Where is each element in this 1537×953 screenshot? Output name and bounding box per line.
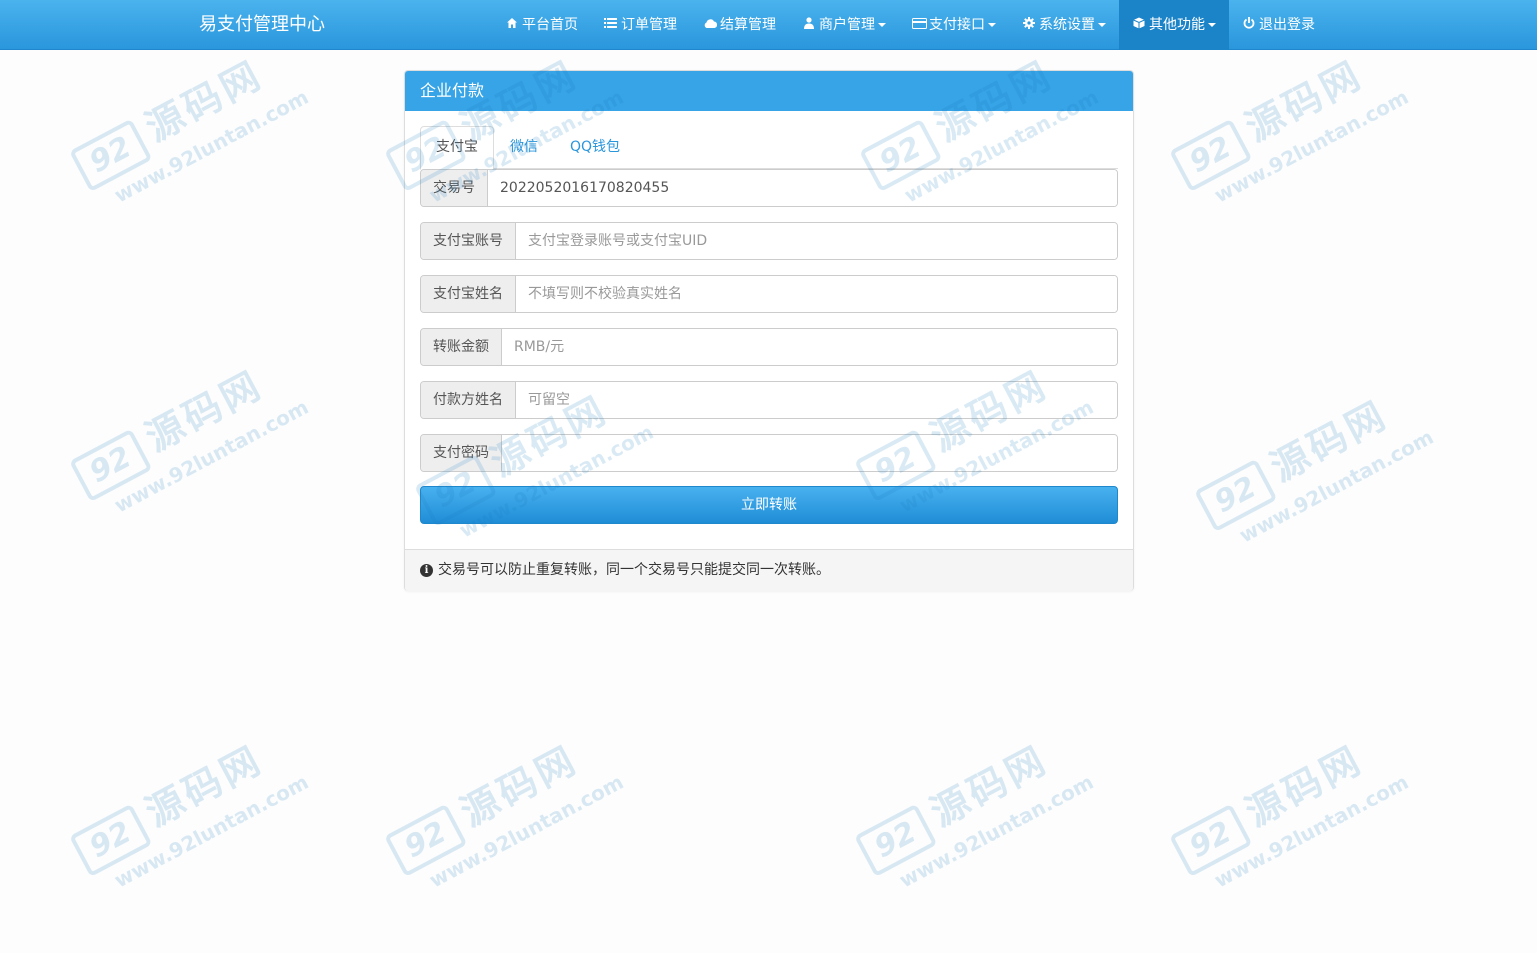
user-icon bbox=[802, 0, 815, 50]
gear-icon bbox=[1022, 0, 1035, 50]
enterprise-payment-panel: 企业付款 支付宝 微信 QQ钱包 交易号 支付宝账号 支付宝姓名 转账金额 付款… bbox=[404, 70, 1134, 591]
nav-item-logout[interactable]: 退出登录 bbox=[1229, 0, 1328, 50]
caret-down-icon bbox=[988, 23, 996, 27]
watermark: 92源码网www.92luntan.com bbox=[1180, 352, 1444, 562]
trade-no-label: 交易号 bbox=[421, 170, 488, 206]
trade-no-input[interactable] bbox=[488, 170, 1117, 206]
tab-wechat[interactable]: 微信 bbox=[494, 126, 554, 169]
nav-item-merchants[interactable]: 商户管理 bbox=[789, 0, 899, 50]
alipay-account-label: 支付宝账号 bbox=[421, 223, 516, 259]
nav-label: 支付接口 bbox=[929, 17, 985, 33]
trade-no-group: 交易号 bbox=[420, 169, 1118, 207]
pay-password-label: 支付密码 bbox=[421, 435, 502, 471]
payer-name-input[interactable] bbox=[516, 382, 1117, 418]
nav-item-home[interactable]: 平台首页 bbox=[492, 0, 591, 50]
footer-note: 交易号可以防止重复转账，同一个交易号只能提交同一次转账。 bbox=[438, 562, 830, 578]
nav-label: 结算管理 bbox=[720, 17, 776, 33]
list-icon bbox=[604, 0, 617, 50]
brand-title[interactable]: 易支付管理中心 bbox=[199, 0, 325, 50]
nav-label: 商户管理 bbox=[819, 17, 875, 33]
alipay-account-group: 支付宝账号 bbox=[420, 222, 1118, 260]
watermark: 92源码网www.92luntan.com bbox=[1155, 697, 1419, 907]
amount-input[interactable] bbox=[502, 329, 1117, 365]
nav-item-orders[interactable]: 订单管理 bbox=[591, 0, 690, 50]
nav-item-settlement[interactable]: 结算管理 bbox=[690, 0, 789, 50]
power-icon bbox=[1242, 0, 1255, 50]
top-navbar: 易支付管理中心 平台首页 订单管理 结算管理 商户管理 支付接口 系统设置 其他… bbox=[0, 0, 1537, 50]
watermark: 92源码网www.92luntan.com bbox=[55, 697, 319, 907]
nav-label: 其他功能 bbox=[1149, 17, 1205, 33]
main-nav: 平台首页 订单管理 结算管理 商户管理 支付接口 系统设置 其他功能 退出登录 bbox=[492, 0, 1328, 50]
nav-label: 系统设置 bbox=[1039, 17, 1095, 33]
caret-down-icon bbox=[1208, 23, 1216, 27]
nav-item-system-settings[interactable]: 系统设置 bbox=[1009, 0, 1119, 50]
watermark: 92源码网www.92luntan.com bbox=[370, 697, 634, 907]
nav-label: 退出登录 bbox=[1259, 17, 1315, 33]
payment-method-tabs: 支付宝 微信 QQ钱包 bbox=[420, 126, 1118, 170]
amount-label: 转账金额 bbox=[421, 329, 502, 365]
payer-name-label: 付款方姓名 bbox=[421, 382, 516, 418]
transfer-now-button[interactable]: 立即转账 bbox=[420, 486, 1118, 524]
nav-item-other-functions[interactable]: 其他功能 bbox=[1119, 0, 1229, 50]
alipay-name-input[interactable] bbox=[516, 276, 1117, 312]
home-icon bbox=[505, 0, 518, 50]
pay-password-input[interactable] bbox=[502, 435, 1117, 471]
cube-icon bbox=[1132, 0, 1145, 50]
alipay-account-input[interactable] bbox=[516, 223, 1117, 259]
caret-down-icon bbox=[1098, 23, 1106, 27]
payer-name-group: 付款方姓名 bbox=[420, 381, 1118, 419]
info-circle-icon: i bbox=[420, 564, 433, 577]
nav-label: 平台首页 bbox=[522, 17, 578, 33]
watermark: 92源码网www.92luntan.com bbox=[840, 697, 1104, 907]
panel-footer: i 交易号可以防止重复转账，同一个交易号只能提交同一次转账。 bbox=[405, 549, 1133, 591]
nav-item-payment-interface[interactable]: 支付接口 bbox=[899, 0, 1009, 50]
tab-qq-wallet[interactable]: QQ钱包 bbox=[554, 126, 636, 169]
panel-title: 企业付款 bbox=[405, 71, 1133, 111]
alipay-name-label: 支付宝姓名 bbox=[421, 276, 516, 312]
nav-label: 订单管理 bbox=[621, 17, 677, 33]
alipay-name-group: 支付宝姓名 bbox=[420, 275, 1118, 313]
watermark: 92源码网www.92luntan.com bbox=[55, 322, 319, 532]
tab-alipay[interactable]: 支付宝 bbox=[420, 126, 494, 170]
caret-down-icon bbox=[878, 23, 886, 27]
cloud-icon bbox=[703, 0, 718, 50]
credit-card-icon bbox=[912, 0, 927, 50]
amount-group: 转账金额 bbox=[420, 328, 1118, 366]
pay-password-group: 支付密码 bbox=[420, 434, 1118, 472]
